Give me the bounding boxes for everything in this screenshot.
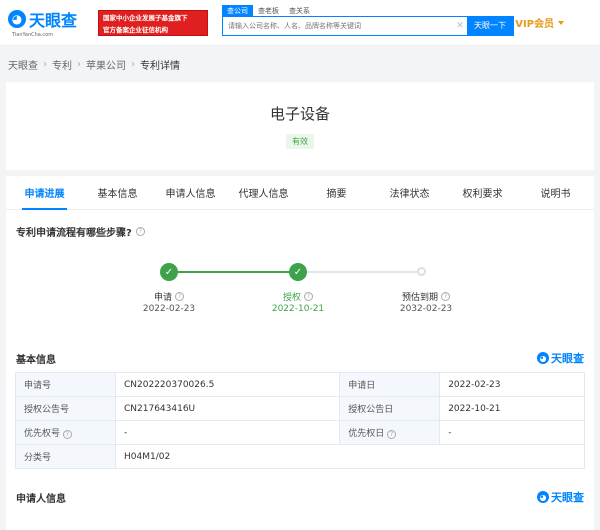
progress-track-pending	[299, 271, 421, 273]
search-box: ✕ 天眼一下	[222, 15, 514, 36]
applicant-info-header: 申请人信息 ◕ 天眼查	[6, 477, 594, 517]
field-value: -	[114, 420, 341, 445]
patent-content: 申请进展 基本信息 申请人信息 代理人信息 摘要 法律状态 权利要求 说明书 专…	[6, 176, 594, 530]
field-label: 分类号	[15, 444, 116, 469]
step-applied-date: 2022-02-23	[142, 304, 196, 314]
banner-line-1: 国家中小企业发展子基金旗下	[103, 13, 188, 22]
field-label: 授权公告日	[339, 396, 441, 421]
step-applied-text: 申请	[153, 293, 172, 303]
banner-line-2: 官方备案企业征信机构	[103, 25, 168, 34]
patent-header: 电子设备 有效	[6, 82, 594, 170]
question-icon[interactable]: ?	[304, 292, 313, 301]
breadcrumb-company[interactable]: 苹果公司	[86, 57, 126, 72]
logo-icon: ◕	[537, 352, 549, 364]
search-tab-boss[interactable]: 查老板	[253, 5, 284, 17]
tab-description[interactable]: 说明书	[519, 176, 592, 209]
breadcrumb-separator-icon: ›	[43, 58, 47, 70]
tab-claims[interactable]: 权利要求	[446, 176, 519, 209]
basic-info-header: 基本信息 ◕ 天眼查	[6, 344, 594, 372]
step-expiry-dot-icon	[417, 267, 426, 276]
field-value: CN217643416U	[114, 396, 341, 421]
process-section: 专利申请流程有哪些步骤? ? ✓ ✓ 申请 ? 授权 ? 预估到期 ?	[6, 210, 594, 310]
tab-agent-info[interactable]: 代理人信息	[227, 176, 300, 209]
logo-text: 天眼查	[29, 11, 78, 30]
field-label-text: 优先权号	[24, 429, 61, 439]
table-row: 优先权号 ? - 优先权日 ? -	[15, 420, 585, 445]
field-label: 优先权日 ?	[339, 420, 441, 445]
certification-banner[interactable]: 国家中小企业发展子基金旗下 官方备案企业征信机构	[98, 9, 208, 36]
patent-title: 电子设备	[269, 105, 330, 123]
brand-watermark: ◕ 天眼查	[537, 489, 584, 505]
vip-menu[interactable]: VIP会员	[515, 15, 564, 30]
detail-tabs: 申请进展 基本信息 申请人信息 代理人信息 摘要 法律状态 权利要求 说明书	[6, 176, 594, 210]
table-row: 申请号 CN202220370026.5 申请日 2022-02-23	[15, 372, 585, 397]
step-granted-check-icon: ✓	[289, 263, 307, 281]
chevron-down-icon	[558, 20, 564, 25]
table-row: 分类号 H04M1/02	[15, 444, 585, 469]
breadcrumb-current: 专利详情	[140, 60, 180, 72]
field-label: 授权公告号	[15, 396, 116, 421]
field-label: 申请日	[339, 372, 441, 397]
search-tab-company[interactable]: 查公司	[222, 4, 253, 17]
field-label: 优先权号 ?	[15, 420, 116, 445]
step-applied-check-icon: ✓	[160, 263, 178, 281]
breadcrumb: 天眼查 › 专利 › 苹果公司 › 专利详情	[0, 46, 600, 82]
tab-application-progress[interactable]: 申请进展	[8, 176, 81, 210]
step-applied-label: 申请 ?	[129, 290, 209, 303]
question-icon[interactable]: ?	[62, 430, 72, 439]
tab-basic-info[interactable]: 基本信息	[81, 176, 154, 209]
breadcrumb-separator-icon: ›	[77, 58, 81, 70]
breadcrumb-home[interactable]: 天眼查	[8, 57, 38, 72]
field-label: 申请号	[15, 372, 116, 397]
applicant-info-title: 申请人信息	[16, 493, 66, 505]
step-expiry-text: 预估到期	[401, 293, 438, 303]
brand-watermark-text: 天眼查	[551, 352, 584, 365]
field-value: -	[439, 420, 585, 445]
field-label-text: 优先权日	[348, 429, 385, 439]
field-value: CN202220370026.5	[114, 372, 341, 397]
basic-info-table: 申请号 CN202220370026.5 申请日 2022-02-23 授权公告…	[15, 372, 585, 469]
logo-icon: ◕	[8, 10, 26, 28]
basic-info-title: 基本信息	[16, 354, 56, 366]
tab-legal-status[interactable]: 法律状态	[373, 176, 446, 209]
step-expiry-date: 2032-02-23	[399, 304, 453, 314]
logo-icon: ◕	[537, 491, 549, 503]
process-title: 专利申请流程有哪些步骤? ?	[16, 224, 145, 239]
search-area: 查公司 查老板 查关系 ✕ 天眼一下	[222, 4, 514, 36]
field-value: 2022-10-21	[439, 396, 585, 421]
question-icon[interactable]: ?	[387, 430, 397, 439]
brand-watermark-text: 天眼查	[551, 491, 584, 504]
step-granted-label: 授权 ?	[258, 290, 338, 303]
step-expiry-label: 预估到期 ?	[386, 290, 466, 303]
question-icon[interactable]: ?	[441, 292, 450, 301]
status-badge: 有效	[286, 134, 314, 149]
site-logo[interactable]: ◕ 天眼查 TianYanCha.com	[8, 7, 92, 38]
question-icon[interactable]: ?	[175, 292, 184, 301]
classification-link[interactable]: H04M1/02	[115, 444, 585, 469]
vip-label: VIP会员	[515, 19, 554, 30]
step-granted-text: 授权	[282, 293, 301, 303]
tab-applicant-info[interactable]: 申请人信息	[154, 176, 227, 209]
tab-abstract[interactable]: 摘要	[300, 176, 373, 209]
breadcrumb-patent[interactable]: 专利	[52, 57, 72, 72]
field-value: 2022-02-23	[439, 372, 585, 397]
progress-track-done	[169, 271, 299, 273]
breadcrumb-separator-icon: ›	[131, 58, 135, 70]
top-bar: ◕ 天眼查 TianYanCha.com 国家中小企业发展子基金旗下 官方备案企…	[0, 0, 600, 46]
search-tab-relation[interactable]: 查关系	[284, 5, 315, 17]
brand-watermark: ◕ 天眼查	[537, 350, 584, 366]
step-granted-date: 2022-10-21	[271, 304, 325, 314]
table-row: 授权公告号 CN217643416U 授权公告日 2022-10-21	[15, 396, 585, 421]
question-icon[interactable]: ?	[135, 227, 145, 236]
logo-subtitle: TianYanCha.com	[12, 32, 54, 38]
search-button[interactable]: 天眼一下	[467, 16, 513, 35]
process-title-text: 专利申请流程有哪些步骤?	[16, 228, 132, 239]
search-input[interactable]	[223, 16, 453, 35]
clear-icon[interactable]: ✕	[453, 16, 467, 35]
